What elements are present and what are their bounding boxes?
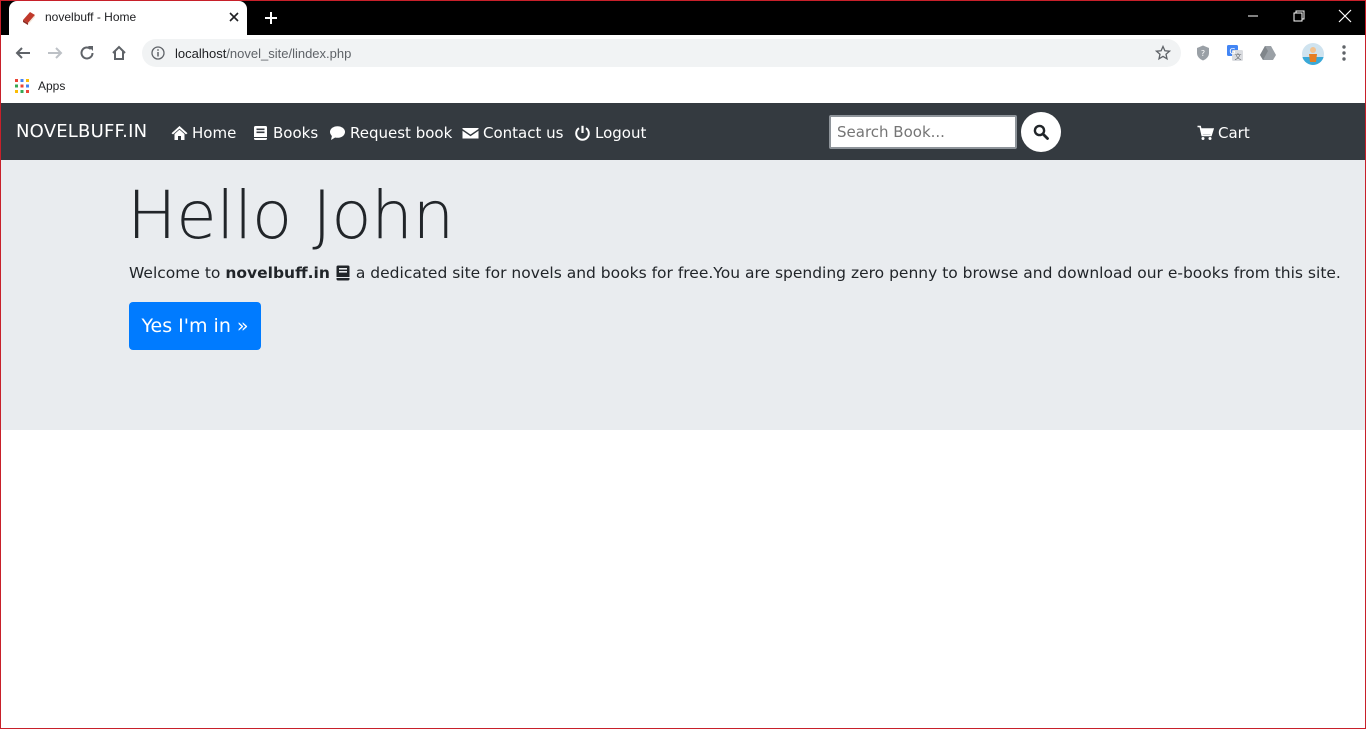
forward-arrow-icon[interactable] — [46, 44, 64, 62]
nav-contact-label: Contact us — [483, 124, 564, 142]
welcome-prefix: Welcome to — [129, 264, 221, 282]
yes-im-in-button[interactable]: Yes I'm in » — [129, 302, 261, 350]
bookmark-star-icon[interactable] — [1155, 45, 1171, 61]
search-book-input[interactable] — [829, 115, 1017, 149]
browser-toolbar: localhost/novel_site/lindex.php ? G 文 — [1, 35, 1365, 71]
tab-title: novelbuff - Home — [45, 10, 137, 24]
nav-cart-link[interactable]: Cart — [1197, 122, 1250, 144]
nav-cart-label: Cart — [1218, 124, 1250, 142]
svg-text:?: ? — [1201, 49, 1205, 58]
nav-contact-link[interactable]: Contact us — [462, 122, 563, 144]
power-icon — [575, 125, 590, 141]
search-button[interactable] — [1021, 112, 1061, 152]
shield-extension-icon[interactable]: ? — [1194, 44, 1212, 62]
site-navbar: NOVELBUFF.IN Home Books Request book Con… — [1, 103, 1365, 160]
site-brand[interactable]: NOVELBUFF.IN — [16, 121, 147, 142]
nav-logout-link[interactable]: Logout — [574, 122, 646, 144]
site-name: novelbuff.in — [225, 264, 330, 282]
nav-logout-label: Logout — [595, 124, 647, 142]
nav-request-book-label: Request book — [350, 124, 453, 142]
nav-home-label: Home — [192, 124, 237, 142]
home-icon — [171, 126, 188, 140]
envelope-icon — [462, 128, 479, 139]
url-path: /novel_site/lindex.php — [226, 46, 352, 61]
hero-jumbotron: Hello John Welcome to novelbuff.in a ded… — [1, 160, 1365, 430]
back-arrow-icon[interactable] — [14, 44, 32, 62]
book-favicon-icon — [23, 12, 35, 25]
hero-greeting: Hello John — [127, 177, 454, 254]
welcome-suffix: a dedicated site for novels and books fo… — [355, 264, 1341, 282]
bookmark-apps[interactable]: Apps — [38, 79, 65, 93]
search-icon — [1033, 124, 1049, 140]
close-tab-icon[interactable] — [227, 10, 241, 24]
nav-home-link[interactable]: Home — [171, 122, 236, 144]
drive-extension-icon[interactable] — [1259, 44, 1277, 62]
restore-icon[interactable] — [1289, 7, 1309, 25]
kebab-menu-icon[interactable] — [1337, 44, 1351, 62]
book-icon — [254, 126, 267, 140]
shopping-cart-icon — [1197, 125, 1214, 140]
nav-books-link[interactable]: Books — [252, 122, 318, 144]
reload-icon[interactable] — [78, 44, 96, 62]
address-bar[interactable]: localhost/novel_site/lindex.php — [142, 39, 1181, 67]
svg-text:文: 文 — [1235, 52, 1242, 61]
bookmarks-bar: Apps — [1, 71, 1365, 102]
close-window-icon[interactable] — [1335, 7, 1355, 25]
browser-tab[interactable]: novelbuff - Home — [9, 1, 247, 35]
minimize-icon[interactable] — [1243, 7, 1263, 25]
avatar-image-icon — [1302, 47, 1324, 65]
info-icon[interactable] — [151, 46, 165, 60]
apps-grid-icon[interactable] — [14, 78, 30, 94]
url-host: localhost — [175, 46, 227, 61]
comment-icon — [330, 126, 345, 140]
browser-tab-bar: novelbuff - Home — [1, 1, 1365, 35]
url-text[interactable]: localhost/novel_site/lindex.php — [175, 46, 351, 61]
home-icon[interactable] — [110, 44, 128, 62]
new-tab-icon[interactable] — [263, 10, 279, 26]
hero-welcome-text: Welcome to novelbuff.in a dedicated site… — [129, 264, 1341, 282]
nav-books-label: Books — [273, 124, 319, 142]
translate-extension-icon[interactable]: G 文 — [1226, 44, 1244, 62]
profile-avatar[interactable] — [1302, 43, 1324, 65]
book-icon — [336, 265, 350, 281]
nav-request-book-link[interactable]: Request book — [329, 122, 452, 144]
